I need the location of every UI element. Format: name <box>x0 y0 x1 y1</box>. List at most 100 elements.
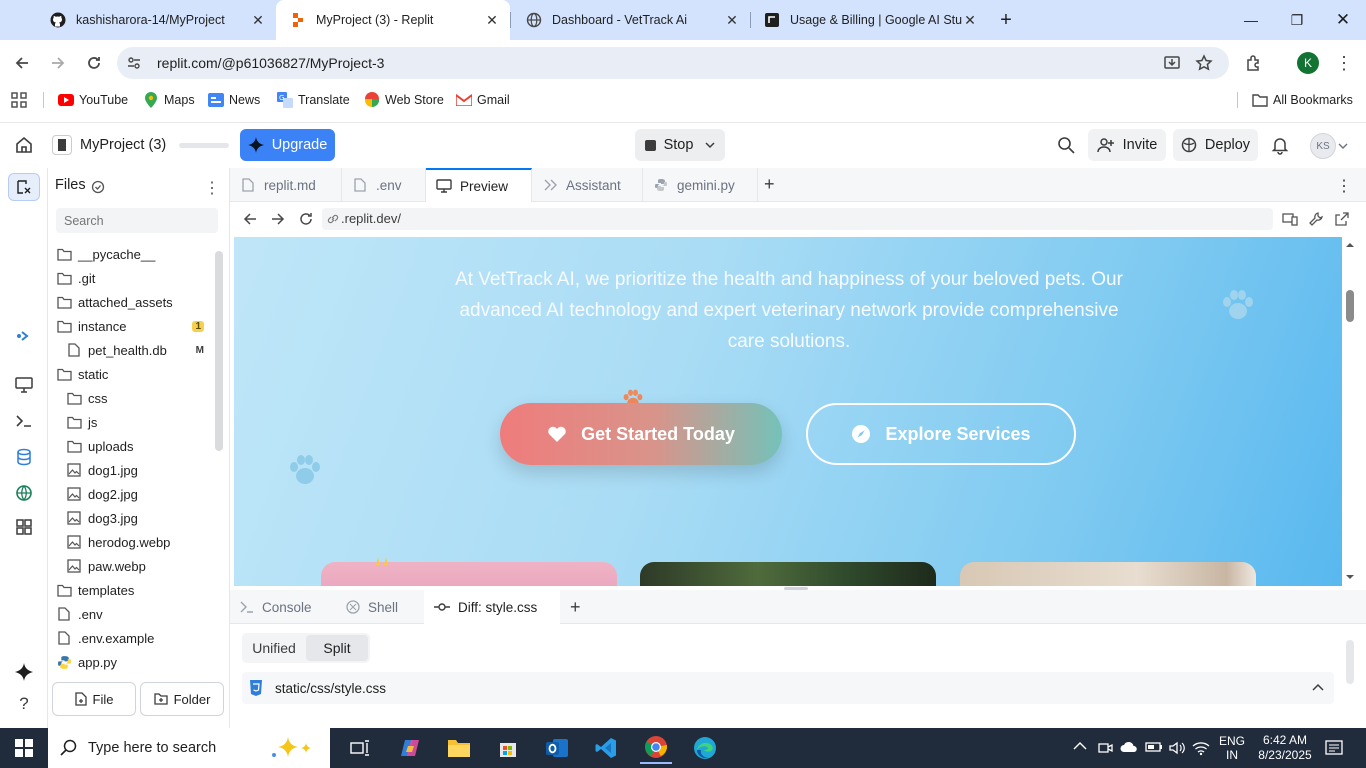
preview-url-field[interactable] <box>322 208 1273 230</box>
extensions-icon[interactable] <box>1242 51 1266 75</box>
language-indicator[interactable]: ENG IN <box>1219 734 1245 762</box>
file-tree-file[interactable]: dog2.jpg <box>66 483 206 505</box>
history-icon[interactable] <box>91 180 105 194</box>
browser-tab-github[interactable]: kashisharora-14/MyProject ✕ <box>36 0 276 40</box>
back-icon[interactable] <box>10 51 34 75</box>
bell-icon[interactable] <box>1270 135 1290 155</box>
bookmark-maps[interactable]: Maps <box>143 91 195 109</box>
browser-tab-vettrack[interactable]: Dashboard - VetTrack Ai ✕ <box>512 0 750 40</box>
volume-icon[interactable] <box>1168 740 1186 756</box>
new-folder-button[interactable]: Folder <box>140 682 224 716</box>
profile-avatar[interactable]: K <box>1297 52 1319 74</box>
forward-icon[interactable] <box>270 211 286 227</box>
copilot-icon[interactable] <box>394 732 426 764</box>
back-icon[interactable] <box>242 211 258 227</box>
service-card[interactable] <box>960 562 1256 586</box>
browser-tab-replit[interactable]: MyProject (3) - Replit ✕ <box>276 0 510 40</box>
bookmark-webstore[interactable]: Web Store <box>364 91 444 109</box>
bookmark-star-icon[interactable] <box>1192 51 1216 75</box>
devices-icon[interactable] <box>1282 211 1298 227</box>
chrome-menu-icon[interactable]: ⋮ <box>1332 51 1356 75</box>
microsoft-store-icon[interactable] <box>492 732 524 764</box>
close-tab-icon[interactable]: ✕ <box>724 12 740 28</box>
add-tab-button[interactable]: + <box>764 174 775 195</box>
wifi-icon[interactable] <box>1192 740 1210 756</box>
home-icon[interactable] <box>14 135 34 155</box>
file-tree-file[interactable]: app.py <box>56 651 206 673</box>
onedrive-icon[interactable] <box>1120 741 1138 755</box>
service-card[interactable] <box>321 562 617 586</box>
devtools-icon[interactable] <box>1308 211 1324 227</box>
file-tree-folder[interactable]: instance 1 <box>56 315 206 337</box>
tab-shell[interactable]: Shell <box>336 590 424 624</box>
file-tree-scrollbar[interactable] <box>215 251 223 451</box>
chrome-icon[interactable] <box>640 732 672 764</box>
project-name-button[interactable]: MyProject (3) <box>48 132 172 158</box>
windows-start-icon[interactable] <box>8 732 40 764</box>
file-tree-folder[interactable]: uploads <box>66 435 206 457</box>
service-card[interactable] <box>640 562 936 586</box>
more-options-icon[interactable]: ⋮ <box>204 178 220 198</box>
user-avatar[interactable]: KS <box>1310 133 1336 159</box>
file-tree-file[interactable]: pet_health.db M <box>66 339 206 361</box>
browser-tab-ai-studio[interactable]: Usage & Billing | Google AI Stu ✕ <box>750 0 988 40</box>
chevron-up-icon[interactable] <box>1073 741 1087 755</box>
new-file-button[interactable]: File <box>52 682 136 716</box>
file-explorer-icon[interactable] <box>443 732 475 764</box>
file-tree-folder[interactable]: js <box>66 411 206 433</box>
file-tree-file[interactable]: herodog.webp <box>66 531 206 553</box>
tab-preview[interactable]: Preview <box>426 168 532 202</box>
add-tab-button[interactable]: + <box>570 597 581 618</box>
file-tree-file[interactable]: dog3.jpg <box>66 507 206 529</box>
file-tree-folder[interactable]: __pycache__ <box>56 243 206 265</box>
resize-handle[interactable] <box>784 587 808 590</box>
get-started-button[interactable]: Get Started Today <box>500 403 782 465</box>
split-button[interactable]: Split <box>306 635 368 661</box>
close-window-button[interactable]: ✕ <box>1320 0 1366 40</box>
edge-icon[interactable] <box>689 732 721 764</box>
bookmark-news[interactable]: News <box>208 91 260 109</box>
stop-button[interactable]: Stop <box>635 129 725 161</box>
tab-env[interactable]: .env <box>342 168 426 202</box>
upgrade-button[interactable]: Upgrade <box>240 129 335 161</box>
tab-diff-style-css[interactable]: Diff: style.css <box>424 590 560 624</box>
battery-icon[interactable] <box>1145 740 1163 756</box>
file-tree-folder[interactable]: css <box>66 387 206 409</box>
bookmark-youtube[interactable]: YouTube <box>58 91 128 109</box>
bookmark-translate[interactable]: G Translate <box>277 91 350 109</box>
reload-icon[interactable] <box>82 51 106 75</box>
meet-now-icon[interactable] <box>1097 740 1113 756</box>
help-icon[interactable]: ? <box>12 692 36 716</box>
vscode-icon[interactable] <box>590 732 622 764</box>
chevron-up-icon[interactable] <box>1312 683 1324 693</box>
file-search-input[interactable] <box>56 208 218 233</box>
install-app-icon[interactable] <box>1160 51 1184 75</box>
all-bookmarks-button[interactable]: All Bookmarks <box>1252 91 1353 109</box>
close-tab-icon[interactable]: ✕ <box>484 12 500 28</box>
minimize-button[interactable]: — <box>1228 0 1274 40</box>
diff-file-header[interactable] <box>242 672 1334 704</box>
unified-button[interactable]: Unified <box>244 635 304 661</box>
invite-button[interactable]: Invite <box>1088 129 1166 161</box>
file-tree-file[interactable]: .env <box>56 603 206 625</box>
file-tree-file[interactable]: dog1.jpg <box>66 459 206 481</box>
bookmark-gmail[interactable]: Gmail <box>456 91 510 109</box>
tab-gemini-py[interactable]: gemini.py <box>643 168 758 202</box>
outlook-icon[interactable] <box>541 732 573 764</box>
diff-scrollbar[interactable] <box>1346 640 1354 684</box>
chevron-down-icon[interactable] <box>1338 141 1348 151</box>
clock[interactable]: 6:42 AM 8/23/2025 <box>1252 733 1318 763</box>
taskbar-search[interactable]: Type here to search <box>48 728 330 768</box>
file-tree-folder[interactable]: static <box>56 363 206 385</box>
restore-button[interactable]: ❐ <box>1274 0 1320 40</box>
task-view-icon[interactable] <box>344 732 376 764</box>
files-panel-icon[interactable] <box>8 173 40 201</box>
url-text[interactable]: replit.com/@p61036827/MyProject-3 <box>157 55 384 71</box>
more-options-icon[interactable]: ⋮ <box>1336 176 1352 196</box>
deploy-button[interactable]: Deploy <box>1173 129 1258 161</box>
close-tab-icon[interactable]: ✕ <box>250 12 266 28</box>
site-info-icon[interactable] <box>122 51 146 75</box>
file-tree-file[interactable]: .env.example <box>56 627 206 649</box>
file-tree-folder[interactable]: templates <box>56 579 206 601</box>
forward-icon[interactable] <box>46 51 70 75</box>
